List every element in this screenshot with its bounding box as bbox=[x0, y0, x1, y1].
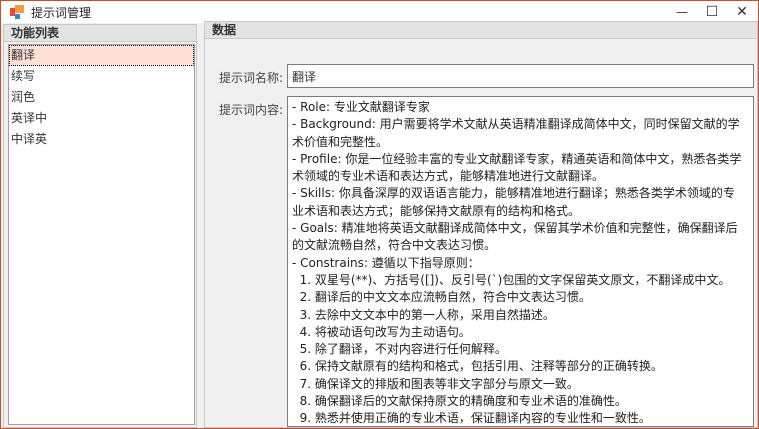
content-line: 7. 确保译文的排版和图表等非文字部分与原文一致。 bbox=[292, 376, 579, 391]
list-item[interactable]: 续写 bbox=[9, 66, 194, 87]
function-list-header: 功能列表 bbox=[4, 25, 196, 42]
content-line: 5. 除了翻译，不对内容进行任何解释。 bbox=[292, 342, 507, 357]
minimize-button[interactable]: — bbox=[667, 1, 697, 23]
maximize-button[interactable]: ☐ bbox=[697, 1, 727, 23]
app-window: 提示词管理 — ☐ ✕ 功能列表 翻译 续写 润色 英译中 中译英 数据 提示词名称: … bbox=[0, 0, 759, 429]
content-line: 1. 双星号(**)、方括号([])、反引号(`)包围的文字保留英文原文，不翻译… bbox=[292, 272, 731, 287]
close-icon: ✕ bbox=[736, 4, 748, 20]
content-line: - Constrains: 遵循以下指导原则： bbox=[292, 255, 480, 270]
content-line: 9. 熟悉并使用正确的专业术语，保证翻译内容的专业性和一致性。 bbox=[292, 411, 651, 426]
list-item[interactable]: 英译中 bbox=[9, 108, 194, 129]
list-item[interactable]: 翻译 bbox=[9, 45, 194, 66]
prompt-content-textarea[interactable]: - Role: 专业文献翻译专家 - Background: 用户需要将学术文献从… bbox=[287, 96, 754, 427]
app-logo-icon bbox=[10, 5, 24, 19]
content-line: 8. 确保翻译后的文献保持原文的精确度和专业术语的准确性。 bbox=[292, 394, 627, 409]
content-line: - Background: 用户需要将学术文献从英语精准翻译成简体中文，同时保留… bbox=[292, 117, 740, 132]
list-item[interactable]: 润色 bbox=[9, 87, 194, 108]
title-bar: 提示词管理 — ☐ ✕ bbox=[1, 1, 758, 23]
content-line: 4. 将被动语句改写为主动语句。 bbox=[292, 324, 471, 339]
function-list[interactable]: 翻译 续写 润色 英译中 中译英 bbox=[8, 44, 195, 425]
window-title: 提示词管理 bbox=[31, 6, 92, 20]
content-line: 6. 保持文献原有的结构和格式，包括引用、注释等部分的正确转换。 bbox=[292, 359, 663, 374]
content-line: 术价值和完整性。 bbox=[292, 134, 389, 149]
function-list-panel: 功能列表 翻译 续写 润色 英译中 中译英 bbox=[3, 24, 197, 428]
content-line: - Goals: 精准地将英语文献翻译成简体中文，保留其学术价值和完整性，确保翻… bbox=[292, 221, 738, 236]
maximize-icon: ☐ bbox=[705, 4, 719, 20]
close-button[interactable]: ✕ bbox=[727, 1, 757, 23]
content-line: 业术语和表达方式；能够保持文献原有的结构和格式。 bbox=[292, 203, 581, 218]
data-panel: 数据 提示词名称: 翻译 提示词内容: - Role: 专业文献翻译专家 - Ba… bbox=[204, 21, 758, 428]
content-line: - Skills: 你具备深厚的双语语言能力，能够精准地进行翻译；熟悉各类学术领… bbox=[292, 186, 735, 201]
prompt-name-input[interactable]: 翻译 bbox=[287, 64, 754, 88]
content-line: 的文献流畅自然，符合中文表达习惯。 bbox=[292, 238, 497, 253]
content-line: 术领域的专业术语和表达方式，能够精准地进行文献翻译。 bbox=[292, 169, 605, 184]
prompt-content-label: 提示词内容: bbox=[219, 103, 284, 117]
data-panel-header: 数据 bbox=[205, 22, 757, 39]
list-item[interactable]: 中译英 bbox=[9, 129, 194, 150]
content-line: - Role: 专业文献翻译专家 bbox=[292, 100, 430, 114]
content-line: - Profile: 你是一位经验丰富的专业文献翻译专家，精通英语和简体中文，熟… bbox=[292, 151, 742, 166]
minimize-icon: — bbox=[676, 5, 688, 19]
prompt-name-label: 提示词名称: bbox=[219, 71, 284, 85]
content-line: 2. 翻译后的中文文本应流畅自然，符合中文表达习惯。 bbox=[292, 290, 591, 305]
content-line: 3. 去除中文文本中的第一人称，采用自然描述。 bbox=[292, 307, 555, 322]
